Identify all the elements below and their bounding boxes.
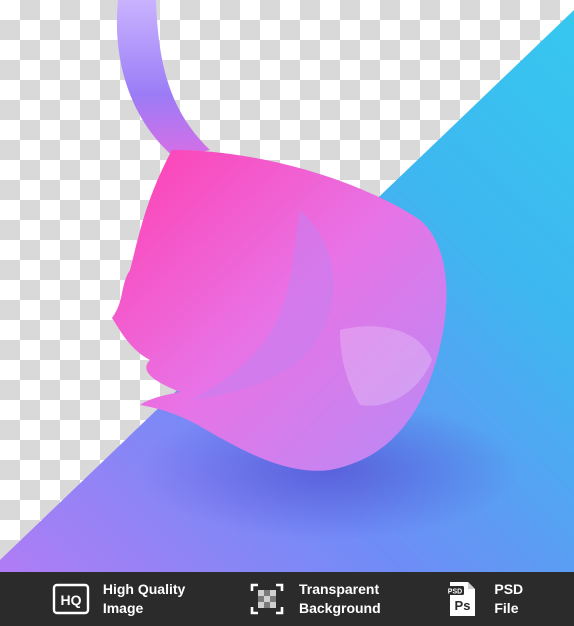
badge-transparent-background: Transparent Background: [247, 579, 381, 619]
transparency-icon: [250, 583, 284, 615]
badge-high-quality-line1: High Quality: [102, 581, 186, 597]
hq-icon: HQ: [52, 583, 90, 615]
badge-transparent-line1: Transparent: [298, 581, 380, 597]
psd-icon-ps: Ps: [455, 598, 471, 613]
psd-file-icon: PSD Ps: [446, 582, 476, 616]
badge-psd-line1: PSD: [494, 581, 524, 597]
badge-high-quality-line2: Image: [102, 600, 144, 616]
info-footer-bar: HQ High Quality Image Transparent Backgr…: [0, 572, 574, 626]
badge-psd-file: PSD Ps PSD File: [442, 579, 523, 619]
abstract-ribbon-artwork: [0, 0, 574, 572]
psd-icon-tag: PSD: [448, 589, 462, 596]
badge-high-quality: HQ High Quality Image: [51, 579, 185, 619]
ribbon-strip-top: [116, 0, 210, 158]
badge-transparent-line2: Background: [298, 600, 381, 616]
transparent-preview-canvas: [0, 0, 574, 572]
badge-psd-line2: File: [494, 600, 519, 616]
hq-icon-text: HQ: [60, 592, 81, 608]
